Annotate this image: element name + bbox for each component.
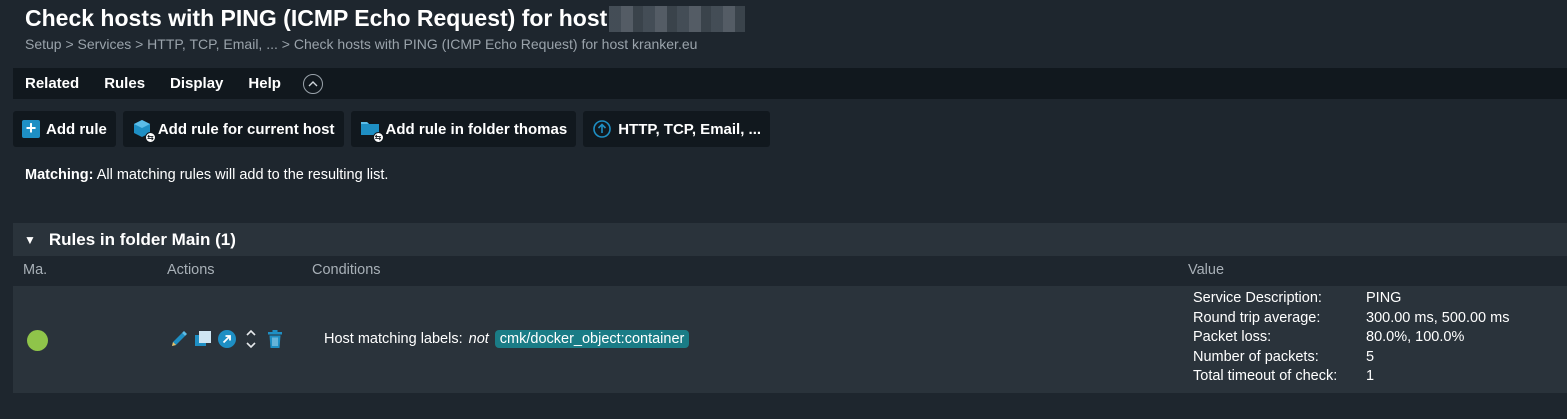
- folder-icon: ⇆: [360, 119, 384, 143]
- drag-reorder-icon[interactable]: [241, 328, 261, 350]
- value-key: Service Description:: [1193, 290, 1322, 306]
- value-key: Packet loss:: [1193, 329, 1272, 345]
- matching-info: Matching: All matching rules will add to…: [25, 167, 388, 183]
- col-conditions: Conditions: [312, 262, 381, 278]
- value-row: Packet loss: 80.0%, 100.0%: [1193, 328, 1509, 348]
- table-row: Host matching labels: not cmk/docker_obj…: [13, 286, 1567, 393]
- host-label-chip[interactable]: cmk/docker_object:container: [494, 330, 690, 348]
- value-val: 5: [1366, 348, 1375, 365]
- matching-text: All matching rules will add to the resul…: [93, 167, 389, 183]
- chevron-up-icon[interactable]: [302, 73, 323, 94]
- rule-actions: [169, 328, 285, 350]
- value-row: Total timeout of check: 1: [1193, 367, 1509, 387]
- value-val: PING: [1366, 290, 1402, 306]
- delete-icon[interactable]: [265, 328, 285, 350]
- page-title: Check hosts with PING (ICMP Echo Request…: [25, 5, 746, 32]
- match-status-icon: [27, 330, 48, 351]
- value-row: Service Description: PING: [1193, 289, 1509, 309]
- add-rule-current-host-button[interactable]: ⇆ Add rule for current host: [122, 111, 344, 147]
- page-title-text: Check hosts with PING (ICMP Echo Request…: [25, 5, 608, 31]
- parent-ruleset-button[interactable]: HTTP, TCP, Email, ...: [583, 111, 771, 147]
- swap-badge-icon: ⇆: [144, 132, 156, 143]
- menu-related[interactable]: Related: [25, 75, 79, 92]
- add-rule-label: Add rule: [46, 120, 107, 138]
- rule-value-table: Service Description: PING Round trip ave…: [1193, 289, 1509, 387]
- swap-badge-icon: ⇆: [372, 132, 384, 143]
- add-rule-button[interactable]: + Add rule: [13, 111, 116, 147]
- col-value: Value: [1188, 262, 1225, 278]
- menu-bar: Related Rules Display Help: [13, 68, 1567, 99]
- parent-ruleset-label: HTTP, TCP, Email, ...: [618, 120, 762, 138]
- folder-section-header[interactable]: ▼ Rules in folder Main (1): [13, 223, 1567, 256]
- value-key: Total timeout of check:: [1193, 368, 1338, 384]
- add-rule-current-host-label: Add rule for current host: [157, 120, 335, 138]
- folder-section-title: Rules in folder Main (1): [48, 229, 236, 249]
- matching-label: Matching:: [25, 167, 94, 183]
- add-rule-folder-label: Add rule in folder thomas: [385, 120, 568, 138]
- arrow-up-circle-icon: [592, 119, 612, 139]
- collapse-triangle-icon[interactable]: ▼: [24, 233, 36, 247]
- rule-condition: Host matching labels: not cmk/docker_obj…: [324, 330, 690, 348]
- plus-icon: +: [22, 119, 40, 138]
- redacted-hostname: [609, 5, 746, 32]
- col-match: Ma.: [23, 262, 48, 278]
- menu-help[interactable]: Help: [248, 75, 281, 92]
- menu-display[interactable]: Display: [170, 75, 223, 92]
- toolbar: + Add rule ⇆ Add rule for current host ⇆…: [13, 111, 771, 147]
- value-val: 1: [1366, 368, 1375, 384]
- move-export-icon[interactable]: [217, 328, 237, 350]
- breadcrumb[interactable]: Setup > Services > HTTP, TCP, Email, ...…: [25, 36, 697, 52]
- value-row: Round trip average: 300.00 ms, 500.00 ms: [1193, 309, 1509, 329]
- condition-operator: not: [468, 331, 489, 347]
- value-key: Round trip average:: [1193, 309, 1321, 326]
- clone-icon[interactable]: [193, 328, 213, 350]
- value-row: Number of packets: 5: [1193, 348, 1509, 368]
- add-rule-folder-button[interactable]: ⇆ Add rule in folder thomas: [350, 111, 577, 147]
- condition-label: Host matching labels:: [324, 331, 463, 347]
- menu-rules[interactable]: Rules: [104, 75, 145, 92]
- col-actions: Actions: [167, 262, 215, 278]
- value-key: Number of packets:: [1193, 348, 1319, 365]
- value-val: 300.00 ms, 500.00 ms: [1366, 309, 1510, 326]
- value-val: 80.0%, 100.0%: [1366, 329, 1465, 345]
- table-header: Ma. Actions Conditions Value: [13, 256, 1567, 285]
- edit-icon[interactable]: [169, 328, 189, 350]
- host-icon: ⇆: [132, 119, 156, 143]
